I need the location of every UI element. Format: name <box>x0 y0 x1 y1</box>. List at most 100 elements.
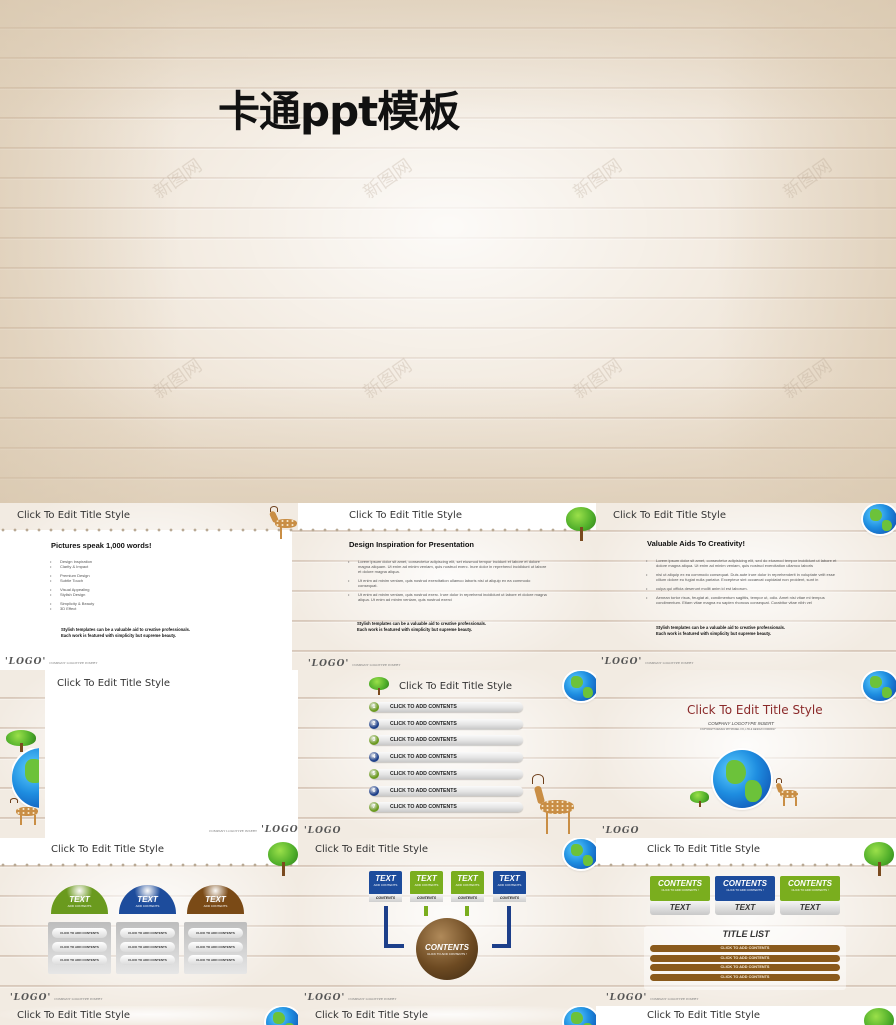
number-badge: 2 <box>369 718 379 729</box>
list-item[interactable]: CLICK TO ADD CONTENTS <box>650 964 840 972</box>
list-item[interactable]: CLICK TO ADD CONTENTS <box>650 945 840 952</box>
dome-header[interactable]: TEXT ADD CONTENTS <box>51 885 108 914</box>
center-sphere[interactable]: CONTENTS CLICK TO ADD CONTENTS ! <box>416 918 478 980</box>
text-box-footer: CONTENTS <box>410 894 443 902</box>
text-box[interactable]: TEXT ADD CONTENTS <box>369 871 402 895</box>
list-item[interactable]: 6 CLICK TO ADD CONTENTS <box>369 785 523 796</box>
globe-icon <box>863 504 896 534</box>
dome-header[interactable]: TEXT ADD CONTENTS <box>119 885 176 914</box>
slide-thumbnail-2[interactable]: Click To Edit Title Style Design Inspira… <box>298 503 596 671</box>
globe-icon <box>564 1007 596 1025</box>
arrow-connector <box>465 906 469 916</box>
panel-row[interactable]: CLICK TO ADD CONTENTS <box>52 941 107 952</box>
list-item[interactable]: 5 CLICK TO ADD CONTENTS <box>369 768 523 779</box>
slide-title: Click To Edit Title Style <box>315 844 428 855</box>
slide-title: Click To Edit Title Style <box>315 1010 428 1021</box>
arrow-connector <box>384 944 404 948</box>
logo: 'LOGO' COMPANY LOGOTYPE INSERT <box>606 993 699 1003</box>
list-item-label: CLICK TO ADD CONTENTS <box>390 804 457 811</box>
list-item-label: CLICK TO ADD CONTENTS <box>390 754 457 761</box>
text-box[interactable]: TEXT ADD CONTENTS <box>451 871 484 895</box>
panel-row[interactable]: CLICK TO ADD CONTENTS <box>52 955 107 965</box>
panel-row[interactable]: CLICK TO ADD CONTENTS <box>120 955 175 965</box>
text-label: TEXT <box>650 901 710 915</box>
panel-row[interactable]: CLICK TO ADD CONTENTS <box>120 941 175 952</box>
text-box[interactable]: TEXT ADD CONTENTS <box>493 871 526 895</box>
slide-heading: Pictures speak 1,000 words! <box>51 541 152 550</box>
slide-thumbnail-4[interactable]: Click To Edit Title Style COMPANY LOGOTY… <box>0 670 298 838</box>
list-item[interactable]: 2 CLICK TO ADD CONTENTS <box>369 718 523 729</box>
contents-button[interactable]: CONTENTS CLICK TO ADD CONTENTS ! <box>715 876 775 901</box>
slide-thumbnail-9[interactable]: Click To Edit Title Style CONTENTS CLICK … <box>596 838 896 1006</box>
list-item[interactable]: 4 CLICK TO ADD CONTENTS <box>369 752 523 763</box>
list-item-label: CLICK TO ADD CONTENTS <box>390 720 457 727</box>
logo: 'LOGO' COMPANY LOGOTYPE INSERT <box>304 993 397 1003</box>
bullet-list: Design Inspiration Clarity & Impact Prem… <box>50 559 250 611</box>
slide-title: Click To Edit Title Style <box>399 681 512 692</box>
globe-icon <box>863 671 896 701</box>
list-item-label: CLICK TO ADD CONTENTS <box>390 787 457 794</box>
number-badge: 1 <box>369 702 379 712</box>
panel-row[interactable]: CLICK TO ADD CONTENTS <box>188 928 243 938</box>
number-badge: 4 <box>369 752 379 763</box>
text-box[interactable]: TEXT ADD CONTENTS <box>410 871 443 895</box>
logo: 'LOGO' COMPANY LOGOTYPE INSERT <box>308 659 401 669</box>
slide-thumbnail-7[interactable]: Click To Edit Title Style TEXT ADD CONTEN… <box>0 838 298 1006</box>
slide-thumbnail-3[interactable]: Click To Edit Title Style Valuable Aids … <box>596 503 896 671</box>
company-copyright: COPYRIGHT DESIGN PPTMODEL CO.,LTD & DESI… <box>700 728 776 731</box>
slide-thumbnail-8[interactable]: Click To Edit Title Style TEXT ADD CONTEN… <box>298 838 596 1006</box>
logo: 'LOGO <box>304 826 342 836</box>
deer-icon <box>530 774 580 836</box>
tree-icon <box>268 842 298 876</box>
list-item[interactable]: 1 CLICK TO ADD CONTENTS <box>369 702 523 712</box>
dome-panel: CLICK TO ADD CONTENTS CLICK TO ADD CONTEN… <box>184 922 247 974</box>
tree-icon <box>690 791 709 807</box>
dome-panel: CLICK TO ADD CONTENTS CLICK TO ADD CONTEN… <box>48 922 111 974</box>
number-badge: 3 <box>369 735 379 746</box>
list-item-label: CLICK TO ADD CONTENTS <box>390 770 457 777</box>
hero-title: 卡通ppt模板 <box>218 87 460 136</box>
globe-icon <box>713 750 771 808</box>
slide-thumbnail-6[interactable]: Click To Edit Title Style COMPANY LOGOTY… <box>596 670 896 838</box>
number-badge: 7 <box>369 802 379 813</box>
hero-banner: 卡通ppt模板 新图网 新图网 新图网 新图网 新图网 新图网 新图网 新图网 <box>0 0 896 503</box>
slide-title: Click To Edit Title Style <box>613 510 726 521</box>
number-badge: 6 <box>369 785 379 796</box>
panel-row[interactable]: CLICK TO ADD CONTENTS <box>188 955 243 965</box>
slide-thumbnail-10[interactable]: Click To Edit Title Style <box>0 1006 298 1025</box>
list-item[interactable]: CLICK TO ADD CONTENTS <box>650 974 840 982</box>
slide-title: Click To Edit Title Style <box>57 678 170 689</box>
panel-row[interactable]: CLICK TO ADD CONTENTS <box>52 928 107 938</box>
slide-title: Click To Edit Title Style <box>687 703 823 717</box>
logo: 'LOGO' COMPANY LOGOTYPE INSERT <box>5 657 98 667</box>
dome-header[interactable]: TEXT ADD CONTENTS <box>187 885 244 914</box>
slide-title: Click To Edit Title Style <box>51 844 164 855</box>
slide-thumbnail-12[interactable]: Click To Edit Title Style <box>596 1006 896 1025</box>
title-list-heading: TITLE LIST <box>722 929 770 939</box>
text-box-footer: CONTENTS <box>369 894 402 902</box>
contents-button[interactable]: CONTENTS CLICK TO ADD CONTENTS ! <box>650 876 710 901</box>
list-item-label: CLICK TO ADD CONTENTS <box>390 704 457 710</box>
dome-panel: CLICK TO ADD CONTENTS CLICK TO ADD CONTEN… <box>116 922 179 974</box>
list-item-label: CLICK TO ADD CONTENTS <box>390 737 457 744</box>
list-item[interactable]: 3 CLICK TO ADD CONTENTS <box>369 735 523 746</box>
tree-icon <box>864 1008 894 1025</box>
panel-row[interactable]: CLICK TO ADD CONTENTS <box>120 928 175 938</box>
slide-thumbnail-11[interactable]: Click To Edit Title Style <box>298 1006 596 1025</box>
slide-thumbnail-5[interactable]: Click To Edit Title Style 1 CLICK TO ADD … <box>298 670 596 838</box>
contents-button[interactable]: CONTENTS CLICK TO ADD CONTENTS ! <box>780 876 840 901</box>
globe-icon <box>564 839 596 869</box>
slide-thumbnail-1[interactable]: Click To Edit Title Style Pictures speak… <box>0 503 298 671</box>
list-item[interactable]: 7 CLICK TO ADD CONTENTS <box>369 802 523 813</box>
arrow-connector <box>424 906 428 916</box>
list-item[interactable]: CLICK TO ADD CONTENTS <box>650 954 840 962</box>
panel-row[interactable]: CLICK TO ADD CONTENTS <box>188 941 243 952</box>
bullet-list: Lorem ipsum dolor sit amet, consectetur … <box>646 558 846 605</box>
logo: 'LOGO' COMPANY LOGOTYPE INSERT <box>601 657 694 667</box>
text-label: TEXT <box>715 901 775 915</box>
slide-title: Click To Edit Title Style <box>17 1010 130 1021</box>
slide-heading: Design Inspiration for Presentation <box>349 540 475 549</box>
arrow-connector <box>384 906 388 948</box>
arrow-connector <box>507 906 511 948</box>
text-box-footer: CONTENTS <box>493 894 526 902</box>
